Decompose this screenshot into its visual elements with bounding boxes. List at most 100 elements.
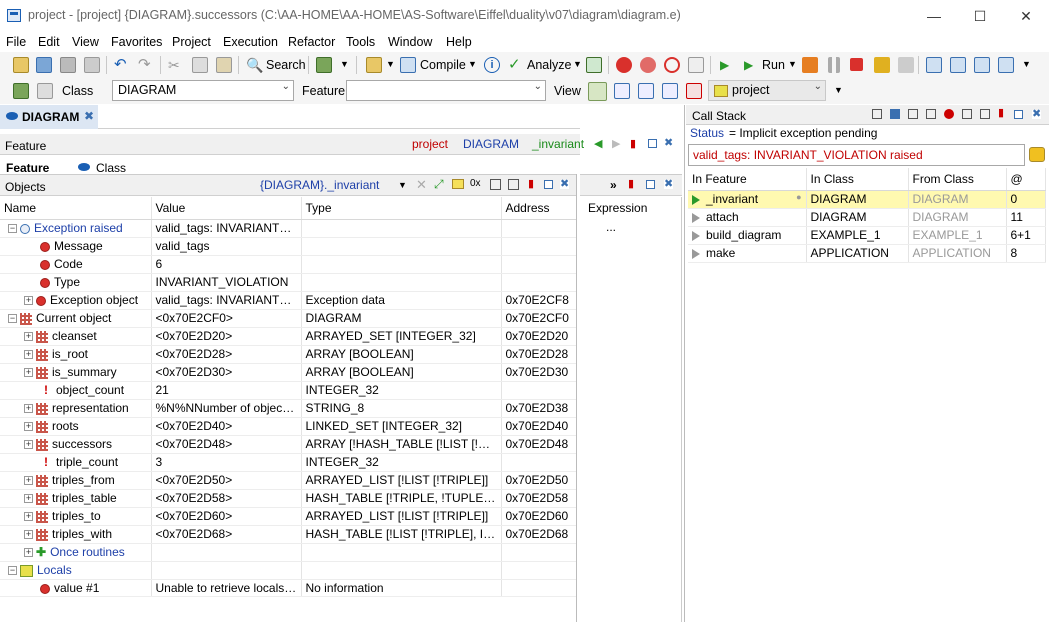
collapse-icon[interactable]: − (8, 224, 17, 234)
table-row[interactable]: build_diagram EXAMPLE_1 EXAMPLE_1 6+1 (688, 226, 1046, 245)
expand-icon[interactable]: + (24, 512, 33, 522)
col-from-class[interactable]: From Class (908, 168, 1007, 191)
overflow-chevron-icon[interactable]: » (610, 178, 617, 192)
table-row[interactable]: + triples_from <0x70E2D50> ARRAYED_LIST [… (0, 471, 577, 490)
expand-icon[interactable]: + (24, 404, 33, 414)
new-file-icon[interactable] (13, 57, 29, 73)
save-icon[interactable] (60, 57, 76, 73)
table-row[interactable]: + triples_table <0x70E2D58> HASH_TABLE [!… (0, 489, 577, 508)
run-dropdown-icon[interactable]: ▼ (788, 59, 797, 69)
flat-view-icon[interactable] (614, 83, 630, 99)
expand-icon[interactable]: + (24, 440, 33, 450)
columns-icon[interactable] (872, 109, 882, 119)
cluster-icon[interactable] (316, 57, 332, 73)
close-pane-icon[interactable]: ✖ (664, 179, 673, 190)
cut-icon[interactable]: ✂ (168, 57, 184, 73)
step-out-icon[interactable] (926, 57, 942, 73)
table-row[interactable]: + triples_to <0x70E2D60> ARRAYED_LIST [!L… (0, 507, 577, 526)
subtab-class[interactable]: Class (96, 161, 126, 172)
run-step-icon[interactable]: ▶ (720, 57, 736, 73)
columns-icon[interactable] (490, 179, 501, 190)
minimize-button[interactable]: — (911, 0, 957, 32)
maximize-pane-icon[interactable] (1014, 110, 1023, 119)
project-dropdown-icon[interactable]: ▼ (834, 85, 843, 95)
interface-view-icon[interactable] (662, 83, 678, 99)
breakpoint-list-icon[interactable] (688, 57, 704, 73)
analyze-button[interactable]: Analyze (527, 58, 571, 72)
collapse-icon[interactable]: − (8, 566, 17, 576)
system-dropdown-icon[interactable]: ▼ (386, 59, 395, 69)
pin-icon[interactable]: ▮ (528, 177, 534, 190)
menu-execution[interactable]: Execution (223, 35, 278, 49)
menu-file[interactable]: File (6, 35, 26, 49)
contract-view-icon[interactable] (638, 83, 654, 99)
analyze-dropdown-icon[interactable]: ▼ (573, 59, 582, 69)
redo-icon[interactable]: ↷ (138, 57, 154, 73)
back-icon[interactable] (13, 83, 29, 99)
finalize-icon[interactable] (586, 57, 602, 73)
table-row[interactable]: + cleanset <0x70E2D20> ARRAYED_SET [INTEG… (0, 327, 577, 346)
tooltip-icon[interactable] (452, 179, 464, 189)
undo-icon[interactable]: ↶ (114, 57, 130, 73)
feature-combo[interactable]: ⌄ (346, 80, 546, 101)
layout2-icon[interactable] (980, 109, 990, 119)
class-combo[interactable]: DIAGRAM ⌄ (112, 80, 294, 101)
close-pane-icon[interactable]: ✖ (1032, 109, 1041, 120)
table-row[interactable]: ! triple_count 3 INTEGER_32 (0, 453, 577, 472)
step-into-icon[interactable] (898, 57, 914, 73)
collapse-icon[interactable]: − (8, 314, 17, 324)
close-pane-icon[interactable]: ✖ (560, 179, 569, 190)
clickable-view-icon[interactable] (686, 83, 702, 99)
analyze-icon[interactable]: ✓ (508, 57, 524, 73)
project-combo[interactable]: project ⌄ (708, 80, 826, 101)
table-row[interactable]: + Exception object valid_tags: INVARIANT_… (0, 291, 577, 310)
expand-icon[interactable]: + (24, 494, 33, 504)
table-row[interactable]: Type INVARIANT_VIOLATION (0, 273, 577, 292)
table-row[interactable]: value #1 Unable to retrieve locals for t… (0, 579, 577, 598)
expand-icon[interactable]: + (24, 332, 33, 342)
tab-close-icon[interactable]: ✖ (84, 109, 94, 123)
breakpoint-clear-icon[interactable] (664, 57, 680, 73)
table-row[interactable]: + representation %N%NNumber of objects: 2… (0, 399, 577, 418)
col-name[interactable]: Name (0, 197, 152, 220)
layout-icon[interactable] (508, 179, 519, 190)
col-at[interactable]: @ (1006, 168, 1046, 191)
close-window-button[interactable]: ✕ (1003, 0, 1049, 32)
stop-icon[interactable] (850, 58, 863, 71)
expand-icon[interactable]: + (24, 368, 33, 378)
maximize-pane-icon[interactable] (544, 180, 553, 189)
restart-icon[interactable] (802, 57, 818, 73)
expression-placeholder[interactable]: ... (606, 220, 616, 234)
copy-stack-icon[interactable] (908, 109, 918, 119)
edit-view-icon[interactable] (588, 82, 607, 101)
pin-icon[interactable]: ▮ (628, 177, 634, 190)
cluster-dropdown-icon[interactable]: ▼ (340, 59, 349, 69)
expand-icon[interactable]: + (24, 350, 33, 360)
breakpoint-disable-icon[interactable] (640, 57, 656, 73)
context-dropdown-icon[interactable]: ▼ (398, 180, 407, 190)
pause-icon[interactable] (828, 57, 840, 73)
table-row[interactable]: + triples_with <0x70E2D68> HASH_TABLE [!L… (0, 525, 577, 544)
save-all-icon[interactable] (84, 57, 100, 73)
history-forward-icon[interactable]: ▶ (612, 137, 620, 150)
step-over-icon[interactable] (874, 57, 890, 73)
maximize-pane-icon[interactable] (648, 139, 657, 148)
crumb-class[interactable]: DIAGRAM (463, 137, 519, 151)
copy-icon[interactable] (192, 57, 208, 73)
menu-view[interactable]: View (72, 35, 99, 49)
run-button[interactable]: Run (762, 58, 785, 72)
menu-window[interactable]: Window (388, 35, 432, 49)
menu-help[interactable]: Help (446, 35, 472, 49)
exception-field[interactable]: valid_tags: INVARIANT_VIOLATION raised (688, 144, 1025, 166)
save-stack-icon[interactable] (890, 109, 900, 119)
table-row[interactable]: − Exception raised valid_tags: INVARIANT_… (0, 219, 577, 238)
expand-icon[interactable]: + (24, 548, 33, 558)
table-row[interactable]: − Current object <0x70E2CF0> DIAGRAM 0x70… (0, 309, 577, 328)
history-back-icon[interactable]: ◀ (594, 137, 602, 150)
subtab-feature[interactable]: Feature (6, 161, 49, 172)
col-value[interactable]: Value (151, 197, 302, 220)
pane-divider[interactable] (576, 174, 577, 622)
expand-icon[interactable]: + (24, 422, 33, 432)
close-pane-icon[interactable]: ✖ (664, 138, 673, 149)
crumb-feature[interactable]: _invariant (532, 137, 584, 151)
